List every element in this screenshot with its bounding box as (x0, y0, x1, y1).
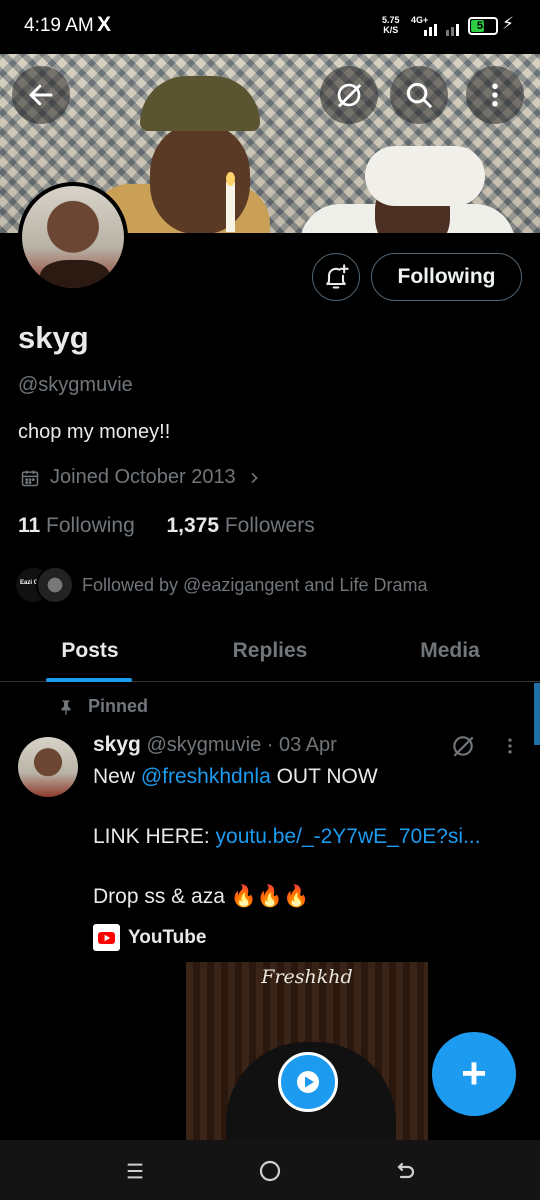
chevron-right-icon (251, 472, 258, 483)
followers-count: 1,375 (166, 514, 220, 537)
following-label: Following (46, 514, 135, 537)
banner-candle (226, 182, 235, 232)
status-time: 4:19 AM (24, 15, 94, 36)
profile-name: skyg (18, 320, 89, 355)
post-text: OUT NOW (270, 765, 378, 788)
pin-icon (61, 699, 71, 715)
post-url-link[interactable]: youtu.be/_-2Y7wE_70E?si... (216, 825, 481, 848)
signal-bar-icon (446, 30, 449, 36)
profile-avatar[interactable] (18, 182, 128, 292)
signal-bar-icon (456, 24, 459, 36)
post-grok-button[interactable] (450, 733, 476, 764)
notifications-button[interactable] (312, 253, 360, 301)
post-mention-link[interactable]: @freshkhdnla (141, 765, 271, 788)
tab-posts[interactable]: Posts (0, 620, 180, 682)
speed-value: 5.75 (382, 15, 400, 25)
home-circle-icon (259, 1160, 281, 1182)
video-title: Freshkhd (261, 966, 353, 988)
youtube-logo-shape (98, 931, 115, 944)
grok-icon (453, 736, 474, 757)
followed-by-text: Followed by @eazigangent and Life Drama (82, 574, 428, 595)
play-icon (297, 1071, 319, 1093)
post-header: skyg @skygmuvie · 03 Apr (93, 733, 337, 757)
following-button[interactable]: Following (371, 253, 522, 301)
followers-stat[interactable]: 1,375 Followers (166, 514, 314, 537)
calendar-icon (21, 470, 39, 486)
post-author-name[interactable]: skyg (93, 733, 141, 756)
arrow-left-icon (29, 84, 53, 106)
following-stat[interactable]: 11 Following (18, 514, 135, 537)
back-button[interactable] (12, 66, 70, 124)
back-nav-button[interactable] (388, 1154, 422, 1188)
signal-bar-icon (434, 24, 437, 36)
search-button[interactable] (390, 66, 448, 124)
system-nav-bar (0, 1140, 540, 1200)
battery-level: 53 (476, 20, 490, 32)
network-type: 4G+ (411, 15, 429, 25)
signal-bar-icon (424, 30, 427, 36)
compose-button[interactable]: + (432, 1032, 516, 1116)
post-avatar[interactable] (18, 737, 78, 797)
post-text: LINK HERE: (93, 825, 216, 848)
grok-icon (337, 83, 362, 108)
profile-tabs: Posts Replies Media (0, 620, 540, 682)
profile-handle: @skygmuvie (18, 374, 133, 396)
speed-unit: K/S (383, 25, 399, 35)
joined-label: Joined October 2013 (50, 466, 236, 488)
banner-figure (140, 76, 260, 131)
battery-icon: 53 (468, 17, 498, 35)
more-options-button[interactable] (466, 66, 524, 124)
banner-figure (150, 124, 250, 233)
banner-flame (226, 172, 235, 186)
post-text-line: New @freshkhdnla OUT NOW (93, 765, 378, 789)
grok-button[interactable] (320, 66, 378, 124)
home-button[interactable] (253, 1154, 287, 1188)
bell-plus-icon (326, 264, 349, 289)
banner-figure (365, 146, 485, 206)
post-author-meta: @skygmuvie · 03 Apr (146, 734, 337, 756)
pinned-indicator: Pinned (58, 696, 148, 717)
joined-date[interactable]: Joined October 2013 (20, 466, 262, 489)
followers-label: Followers (224, 514, 315, 537)
mutual-avatar (36, 566, 74, 604)
post-text: Drop ss & aza 🔥🔥🔥 (93, 885, 310, 908)
scrollbar[interactable] (534, 683, 540, 745)
post-text: New (93, 765, 141, 788)
back-arrow-icon (397, 1162, 415, 1179)
media-source-label: YouTube (128, 926, 207, 948)
tab-media[interactable]: Media (360, 620, 540, 681)
post-more-button[interactable] (500, 733, 520, 765)
post-text-line: LINK HERE: youtu.be/_-2Y7wE_70E?si... (93, 825, 481, 849)
profile-bio: chop my money!! (18, 421, 171, 443)
recents-button[interactable] (118, 1154, 152, 1188)
tab-replies[interactable]: Replies (180, 620, 360, 681)
media-source[interactable]: YouTube (93, 924, 206, 951)
x-app-icon: X (97, 13, 112, 36)
youtube-icon (93, 924, 120, 951)
signal-bar-icon (429, 27, 432, 36)
more-vertical-icon (508, 738, 512, 754)
charging-icon: ⚡ (502, 14, 514, 33)
network-speed: 5.75 K/S (382, 15, 400, 35)
status-bar: 4:19 AM X 5.75 K/S 4G+ 53 ⚡ (0, 0, 540, 54)
more-vertical-icon (492, 83, 498, 107)
play-button[interactable] (278, 1052, 338, 1112)
followed-by[interactable]: Eazi Gang Followed by @eazigangent and L… (14, 566, 427, 604)
search-icon (406, 82, 432, 108)
avatar-figure (40, 260, 110, 288)
following-count: 11 (18, 514, 41, 537)
pinned-label: Pinned (88, 696, 149, 716)
video-thumbnail[interactable]: Freshkhd (186, 962, 428, 1140)
follow-stats: 11 Following 1,375 Followers (18, 514, 315, 538)
menu-icon (127, 1163, 143, 1179)
signal-bar-icon (451, 27, 454, 36)
